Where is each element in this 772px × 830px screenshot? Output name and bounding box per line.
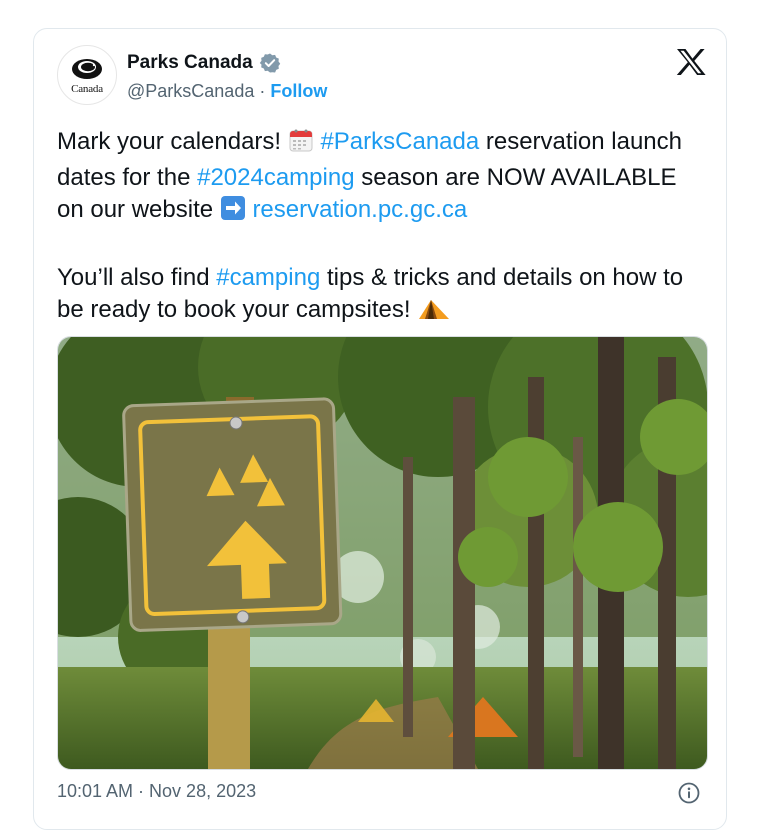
info-icon[interactable] (678, 782, 700, 804)
hashtag-2024camping[interactable]: #2024camping (197, 164, 354, 191)
separator: · (254, 81, 271, 101)
text-segment: You’ll also find (57, 264, 217, 291)
tent-emoji-icon (417, 297, 451, 330)
handle[interactable]: @ParksCanada (127, 81, 254, 101)
follow-button[interactable]: Follow (270, 81, 327, 101)
x-logo-icon[interactable] (676, 48, 706, 76)
campground-sign-photo[interactable] (57, 336, 708, 770)
reservation-link[interactable]: reservation.pc.gc.ca (252, 196, 467, 223)
display-name[interactable]: Parks Canada (127, 52, 253, 74)
tweet-timestamp[interactable]: 10:01 AM · Nov 28, 2023 (57, 781, 256, 802)
calendar-emoji-icon (288, 127, 314, 162)
photo-illustration (58, 337, 707, 769)
display-name-row[interactable]: Parks Canada (127, 52, 281, 74)
avatar[interactable]: Canada (57, 45, 117, 105)
tweet-paragraph-2: You’ll also find #camping tips & tricks … (57, 262, 697, 330)
hashtag-parkscanada[interactable]: #ParksCanada (320, 128, 479, 155)
text-segment: Mark your calendars! (57, 128, 288, 155)
right-arrow-emoji-icon (220, 195, 246, 230)
tweet-paragraph-1: Mark your calendars! #ParksCanada reserv… (57, 126, 697, 230)
verified-badge-icon (259, 53, 280, 73)
tweet-text: Mark your calendars! #ParksCanada reserv… (57, 126, 697, 330)
canada-wordmark: Canada (71, 83, 103, 95)
hashtag-camping[interactable]: #camping (216, 264, 320, 291)
handle-row: @ParksCanada · Follow (127, 81, 327, 102)
beaver-logo-icon (72, 59, 102, 79)
